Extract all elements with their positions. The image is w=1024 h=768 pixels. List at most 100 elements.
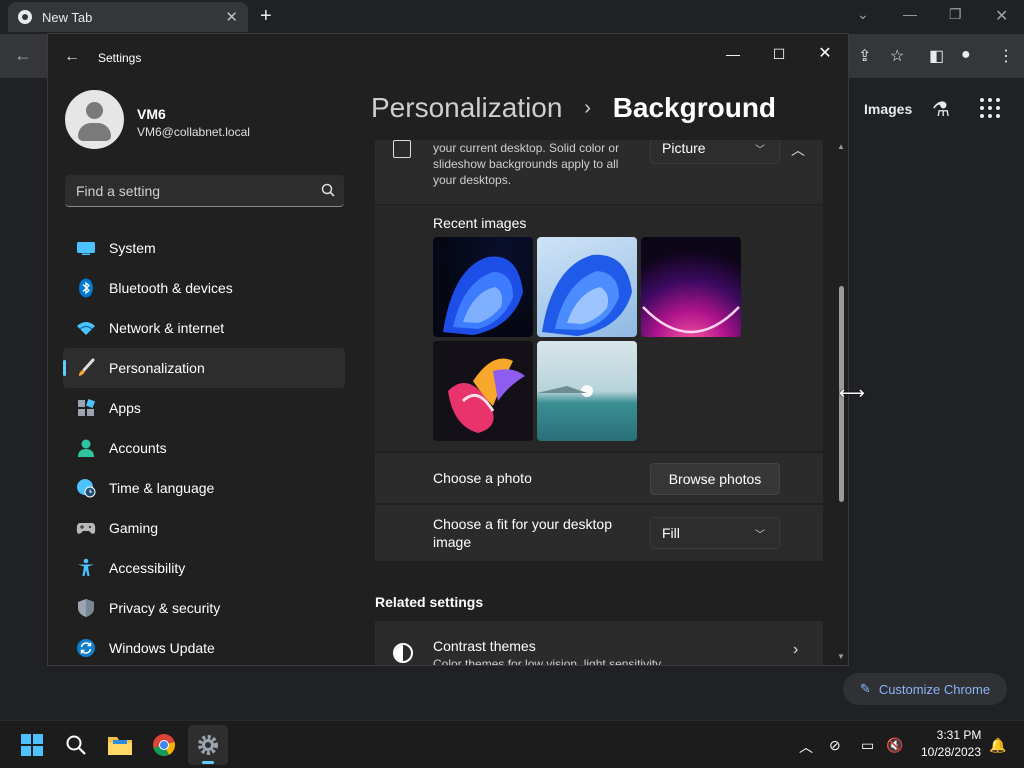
images-link[interactable]: Images [864, 101, 912, 117]
gear-icon [198, 735, 218, 755]
nav-item-label: Accessibility [109, 560, 186, 576]
search-icon [66, 735, 86, 755]
scroll-up-arrow-icon[interactable]: ▲ [837, 142, 845, 151]
nav-item-label: Bluetooth & devices [109, 280, 233, 296]
maximize-button[interactable]: ☐ [759, 40, 799, 68]
chrome-menu-icon[interactable]: ⋮ [998, 46, 1014, 66]
recent-image-lake[interactable] [537, 341, 637, 441]
labs-flask-icon[interactable]: ⚗ [932, 97, 950, 122]
folder-icon [108, 737, 132, 755]
nav-item-bluetooth[interactable]: Bluetooth & devices [63, 268, 345, 308]
customize-chrome-label: Customize Chrome [878, 681, 991, 697]
google-apps-icon[interactable] [980, 98, 1000, 118]
chevron-down-icon: ﹀ [755, 145, 765, 156]
gamepad-icon [76, 518, 96, 538]
accessibility-icon [76, 558, 96, 578]
settings-taskbar-button[interactable] [188, 725, 228, 765]
contrast-themes-card[interactable]: Contrast themes Color themes for low vis… [375, 621, 823, 666]
nav-item-gaming[interactable]: Gaming [63, 508, 345, 548]
start-button[interactable] [12, 725, 52, 765]
browse-photos-button[interactable]: Browse photos [650, 463, 780, 495]
share-icon[interactable]: ⇪ [858, 46, 871, 66]
brush-icon [76, 358, 96, 378]
chevron-down-icon: ﹀ [755, 530, 765, 541]
breadcrumb-separator: › [584, 97, 591, 119]
recent-image-bloom-dark[interactable] [433, 237, 533, 337]
page-title: Background [612, 92, 777, 123]
back-arrow-icon[interactable]: ← [64, 48, 80, 66]
minimize-button[interactable]: — [713, 40, 753, 68]
network-icon[interactable]: ⊘ [829, 737, 841, 754]
settings-titlebar: ← Settings — ☐ ✕ [48, 34, 848, 82]
chrome-close-button[interactable]: ✕ [995, 6, 1008, 26]
choose-photo-label: Choose a photo [433, 470, 532, 486]
nav-item-apps[interactable]: Apps [63, 388, 345, 428]
fit-value: Fill [662, 525, 680, 541]
clock-time[interactable]: 3:31 PM [936, 728, 982, 742]
contrast-themes-subtitle: Color themes for low vision, light sensi… [433, 657, 662, 666]
bluetooth-icon [76, 278, 96, 298]
related-settings-title: Related settings [375, 594, 484, 610]
nav-item-label: Privacy & security [109, 600, 221, 616]
nav-item-label: Accounts [109, 440, 167, 456]
recent-image-glow[interactable] [641, 237, 741, 337]
nav-item-privacy-security[interactable]: Privacy & security [63, 588, 345, 628]
shield-icon [76, 598, 96, 618]
settings-window: ← Settings — ☐ ✕ VM6 VM6@collabnet.local… [47, 33, 849, 666]
chrome-restore-button[interactable]: ❐ [949, 6, 962, 23]
nav-item-system[interactable]: System [63, 228, 345, 268]
nav-item-personalization[interactable]: Personalization [63, 348, 345, 388]
chrome-minimize-button[interactable]: — [903, 6, 917, 22]
search-input[interactable] [65, 175, 344, 206]
avatar[interactable] [65, 90, 124, 149]
close-tab-icon[interactable]: ✕ [225, 8, 238, 26]
scroll-down-arrow-icon[interactable]: ▼ [837, 652, 845, 661]
chevron-up-icon[interactable]: ︿ [791, 140, 805, 160]
taskbar-search-button[interactable] [56, 725, 96, 765]
recent-image-bloom-light[interactable] [537, 237, 637, 337]
bookmark-star-icon[interactable]: ☆ [890, 46, 904, 66]
show-hidden-icons-icon[interactable]: ︿ [799, 737, 813, 757]
chrome-tab-title: New Tab [42, 9, 93, 25]
display-icon[interactable]: ▭ [861, 737, 874, 754]
recent-images-card: Recent images [375, 205, 823, 451]
content-scroll-area: your current desktop. Solid color or sli… [375, 140, 825, 666]
notification-bell-icon[interactable]: 🔔 [989, 737, 1006, 754]
search-box [65, 175, 344, 207]
wifi-icon [76, 318, 96, 338]
choose-fit-label: Choose a fit for your desktop image [433, 516, 612, 550]
chrome-tab-search-icon[interactable]: ⌄ [857, 6, 869, 23]
nav-list: System Bluetooth & devices Network & int… [63, 228, 345, 665]
nav-item-accounts[interactable]: Accounts [63, 428, 345, 468]
nav-item-label: Time & language [109, 480, 215, 496]
new-tab-button[interactable]: + [260, 5, 272, 28]
nav-item-network[interactable]: Network & internet [63, 308, 345, 348]
globe-clock-icon [76, 478, 96, 498]
windows-logo-icon [21, 734, 43, 756]
nav-item-accessibility[interactable]: Accessibility [63, 548, 345, 588]
user-name: VM6 [137, 106, 166, 122]
chrome-tab-new-tab[interactable]: New Tab ✕ [8, 2, 248, 32]
chrome-logo-icon [18, 10, 32, 24]
breadcrumb-parent[interactable]: Personalization [371, 92, 562, 123]
chrome-back-button[interactable]: ← [14, 45, 32, 66]
nav-item-label: Personalization [109, 360, 205, 376]
chrome-logo-icon [153, 734, 175, 756]
customize-chrome-button[interactable]: ✎ Customize Chrome [843, 673, 1007, 705]
nav-item-label: Gaming [109, 520, 159, 536]
side-panel-icon[interactable]: ◧ [929, 46, 944, 66]
close-button[interactable]: ✕ [805, 40, 845, 68]
background-type-dropdown[interactable]: Picture ﹀ [650, 140, 780, 164]
volume-muted-icon[interactable]: 🔇 [886, 737, 903, 754]
fit-dropdown[interactable]: Fill ﹀ [650, 517, 780, 549]
nav-item-label: Windows Update [109, 640, 215, 656]
nav-item-windows-update[interactable]: Windows Update [63, 628, 345, 665]
recent-image-flow[interactable] [433, 341, 533, 441]
choose-fit-row: Choose a fit for your desktop image Fill… [375, 505, 823, 561]
profile-icon[interactable]: ● [961, 46, 971, 64]
clock-date[interactable]: 10/28/2023 [918, 745, 984, 759]
nav-item-time-language[interactable]: Time & language [63, 468, 345, 508]
search-icon[interactable] [320, 182, 336, 198]
chrome-taskbar-button[interactable] [144, 725, 184, 765]
file-explorer-button[interactable] [100, 725, 140, 765]
